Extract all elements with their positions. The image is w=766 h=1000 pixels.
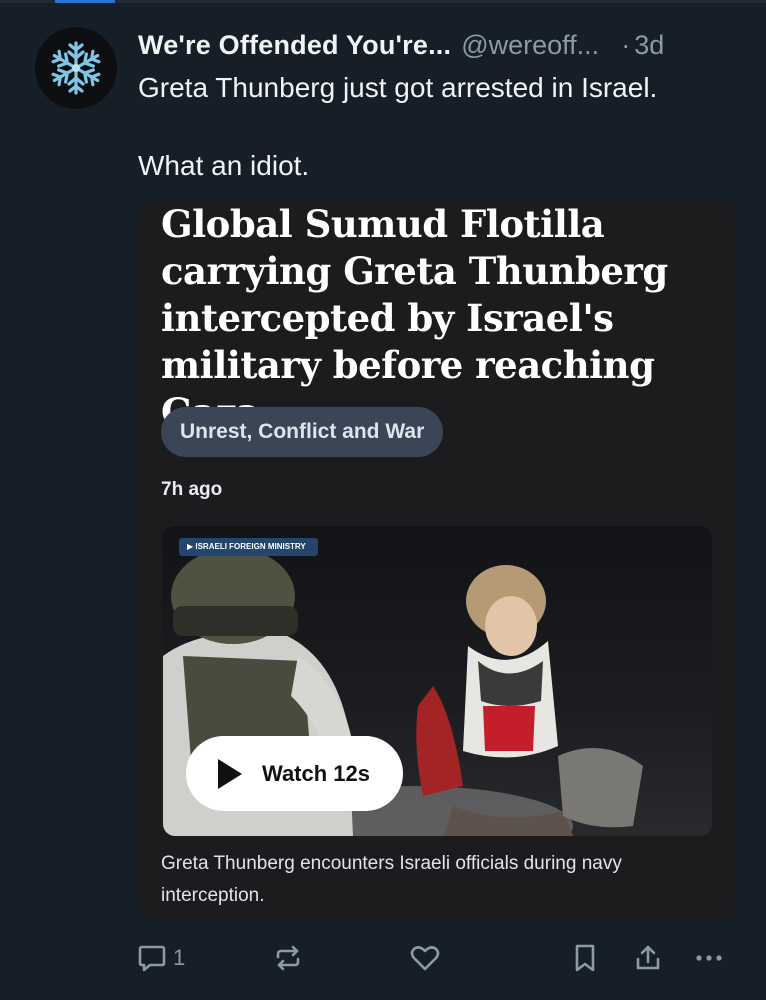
like-icon xyxy=(410,946,440,971)
reply-icon xyxy=(138,945,166,972)
post-actions: 1 xyxy=(137,938,737,978)
separator-dot: · xyxy=(621,30,631,60)
snowflake-icon xyxy=(49,41,103,95)
post[interactable]: We're Offended You're... @wereoff... · 3… xyxy=(0,0,766,1000)
video-player[interactable]: ▶ ISRAELI FOREIGN MINISTRY Watch 12s xyxy=(163,526,712,836)
repost-icon xyxy=(276,945,300,971)
video-source-label: ▶ ISRAELI FOREIGN MINISTRY xyxy=(179,538,318,556)
bookmark-icon xyxy=(575,944,595,972)
bookmark-button[interactable] xyxy=(571,938,599,978)
post-age[interactable]: 3d xyxy=(634,25,664,65)
post-text-line: Greta Thunberg just got arrested in Isra… xyxy=(138,72,658,103)
more-icon xyxy=(696,955,722,961)
repost-button[interactable] xyxy=(273,938,303,978)
watch-label: Watch 12s xyxy=(262,760,371,786)
post-header: We're Offended You're... @wereoff... · 3… xyxy=(138,25,748,65)
reply-button[interactable]: 1 xyxy=(137,938,185,978)
post-text: Greta Thunberg just got arrested in Isra… xyxy=(138,68,738,186)
play-icon xyxy=(218,758,242,789)
reply-count: 1 xyxy=(173,945,186,970)
post-text-line: What an idiot. xyxy=(138,150,310,181)
watch-video-button[interactable]: Watch 12s xyxy=(186,736,403,811)
video-caption: Greta Thunberg encounters Israeli offici… xyxy=(161,853,622,906)
avatar[interactable] xyxy=(35,27,117,109)
author-handle[interactable]: @wereoff... xyxy=(461,25,599,65)
like-button[interactable] xyxy=(409,938,441,978)
topic-tag[interactable]: Unrest, Conflict and War xyxy=(161,407,444,457)
card-time: 7h ago xyxy=(161,479,223,500)
share-button[interactable] xyxy=(633,938,663,978)
link-card[interactable]: Global Sumud Flotilla carrying Greta Thu… xyxy=(137,201,736,917)
share-icon xyxy=(636,945,660,970)
more-options-button[interactable] xyxy=(693,938,725,978)
card-headline[interactable]: Global Sumud Flotilla carrying Greta Thu… xyxy=(161,201,731,436)
author-name[interactable]: We're Offended You're... xyxy=(138,25,451,65)
